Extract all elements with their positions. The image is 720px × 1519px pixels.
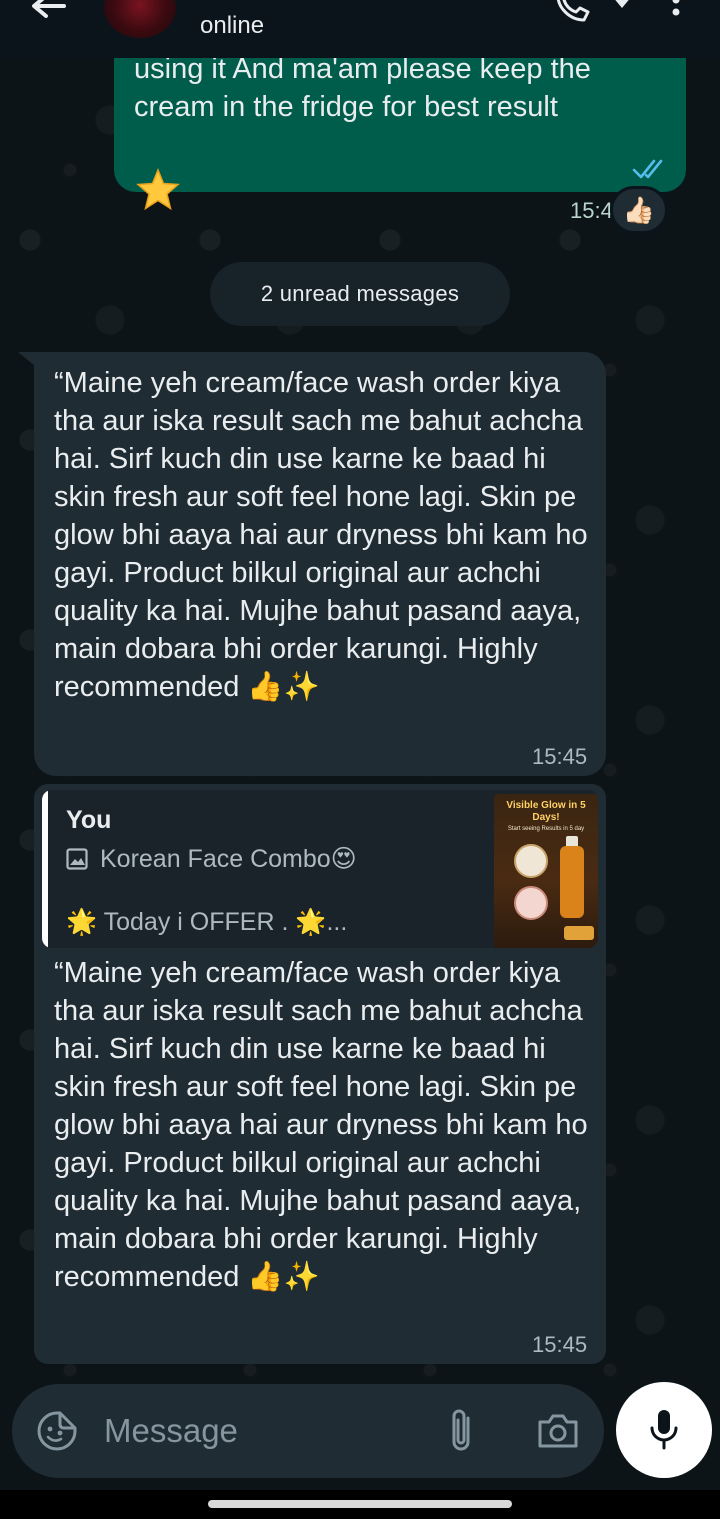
- face-wash-bottle-image: [560, 846, 584, 918]
- read-receipt-icon: [632, 159, 663, 179]
- quote-caption: Korean Face Combo😍: [66, 844, 357, 874]
- cream-jar-image: [514, 844, 548, 878]
- message-composer: [12, 1384, 604, 1478]
- message-time: 15:45: [532, 744, 588, 769]
- message-time: 15:45: [532, 1332, 588, 1357]
- phone-icon[interactable]: [554, 0, 594, 22]
- message-input[interactable]: [104, 1404, 424, 1458]
- incoming-reply-message[interactable]: You Korean Face Combo😍 🌟 Today i OFFER .…: [34, 784, 606, 1364]
- contact-avatar[interactable]: [104, 0, 176, 38]
- quote-snippet: 🌟 Today i OFFER . 🌟...: [66, 908, 348, 936]
- emoji-sticker-icon[interactable]: [36, 1410, 78, 1452]
- star-emoji: [136, 168, 180, 212]
- more-vert-icon[interactable]: [668, 0, 684, 22]
- quote-accent-bar: [42, 790, 48, 948]
- camera-icon[interactable]: [536, 1412, 580, 1450]
- message-text: using it And ma'am please keep the cream…: [134, 53, 591, 123]
- quote-author: You: [66, 806, 112, 834]
- outgoing-message[interactable]: using it And ma'am please keep the cream…: [114, 40, 686, 223]
- mic-icon: [650, 1410, 678, 1450]
- quote-caption-text: Korean Face Combo😍: [100, 845, 357, 873]
- video-icon[interactable]: [608, 0, 636, 14]
- quote-thumbnail: Visible Glow in 5 Days! Start seeing Res…: [494, 794, 598, 948]
- message-text: “Maine yeh cream/face wash order kiya th…: [54, 957, 588, 1293]
- cream-jar-image: [514, 886, 548, 920]
- thumbnail-subtitle: Start seeing Results in 5 day: [507, 826, 585, 832]
- message-text: “Maine yeh cream/face wash order kiya th…: [54, 367, 588, 703]
- home-gesture-handle[interactable]: [208, 1500, 512, 1508]
- chat-header: online: [0, 0, 720, 58]
- reaction-badge[interactable]: 👍🏻: [610, 186, 668, 234]
- incoming-message[interactable]: “Maine yeh cream/face wash order kiya th…: [34, 352, 606, 776]
- back-arrow-icon[interactable]: [28, 0, 68, 26]
- unread-messages-divider: 2 unread messages: [210, 262, 510, 326]
- contact-status: online: [200, 12, 265, 39]
- system-navigation-bar: [0, 1490, 720, 1519]
- order-now-badge: [564, 926, 594, 940]
- thumbnail-title: Visible Glow in 5 Days!: [506, 800, 586, 823]
- attach-icon[interactable]: [446, 1406, 476, 1456]
- quoted-message[interactable]: You Korean Face Combo😍 🌟 Today i OFFER .…: [42, 790, 598, 948]
- voice-record-button[interactable]: [616, 1382, 712, 1478]
- photo-icon: [66, 848, 88, 870]
